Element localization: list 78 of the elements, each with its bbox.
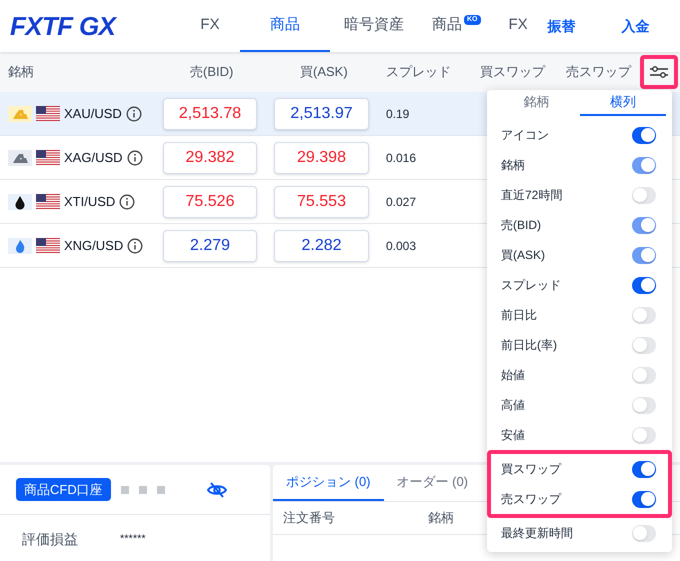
ingot-stack-icon [8, 150, 32, 166]
toggle-switch[interactable] [632, 306, 656, 324]
nav-tab[interactable]: FX [494, 0, 542, 52]
column-option-label: 買(ASK) [501, 247, 546, 264]
sliders-icon [649, 65, 669, 79]
panel-tab[interactable]: 横列 [580, 90, 666, 116]
toggle-switch[interactable] [632, 396, 656, 414]
toggle-switch[interactable] [632, 490, 656, 508]
column-option-label: 最終更新時間 [501, 525, 573, 542]
column-header: 銘柄 [428, 509, 454, 528]
bid-price-button[interactable]: 75.526 [163, 186, 257, 218]
panel-tab[interactable]: 銘柄 [493, 90, 580, 116]
column-option-label: 買スワップ [501, 461, 561, 478]
info-icon[interactable] [126, 150, 143, 166]
info-icon[interactable] [119, 194, 136, 210]
flame-icon [8, 238, 32, 254]
bid-price-button[interactable]: 29.382 [163, 142, 257, 174]
column-option-label: 安値 [501, 427, 525, 444]
column-option-label: 前日比 [501, 307, 537, 324]
nav-tab[interactable]: 暗号資産 [330, 0, 418, 52]
symbol-text: XAU/USD [64, 104, 122, 123]
us-flag-icon [36, 106, 60, 122]
logo[interactable]: FXTF GX [10, 13, 140, 39]
us-flag-icon [36, 238, 60, 254]
account-value: ****** [120, 532, 146, 547]
column-option-label: 始値 [501, 367, 525, 384]
column-header: 注文番号 [283, 509, 335, 528]
toggle-switch[interactable] [632, 276, 656, 294]
eye-off-icon[interactable] [206, 480, 227, 498]
spread-text: 0.027 [386, 194, 416, 210]
ask-price-button[interactable]: 2,513.97 [274, 98, 369, 130]
column-header: 銘柄 [8, 63, 34, 82]
toggle-switch[interactable] [632, 186, 656, 204]
account-button[interactable]: 商品CFD口座 [16, 478, 111, 501]
toggle-switch[interactable] [632, 366, 656, 384]
positions-tab[interactable]: ポジション (0) [273, 465, 384, 501]
spread-text: 0.016 [386, 150, 416, 166]
oil-drop-icon [8, 194, 32, 210]
toggle-switch[interactable] [632, 336, 656, 354]
column-header: 売(BID) [190, 63, 234, 82]
column-option-label: 直近72時間 [501, 187, 562, 204]
info-icon[interactable] [126, 106, 142, 122]
column-header: 売スワップ [566, 63, 631, 82]
masked-square-icon [138, 486, 147, 494]
column-header: スプレッド [386, 63, 451, 82]
symbol-text: XAG/USD [64, 148, 123, 167]
nav-link[interactable]: 振替 [548, 16, 576, 36]
ask-price-button[interactable]: 29.398 [274, 142, 369, 174]
toggle-switch[interactable] [632, 460, 656, 478]
column-option-label: 銘柄 [501, 157, 525, 174]
column-settings-button[interactable] [640, 55, 678, 89]
info-icon[interactable] [127, 238, 144, 254]
nav-link[interactable]: 入金 [622, 16, 650, 36]
spread-text: 0.19 [386, 106, 410, 122]
us-flag-icon [36, 194, 60, 210]
spread-text: 0.003 [386, 238, 416, 254]
symbol-text: XNG/USD [64, 236, 124, 255]
ask-price-button[interactable]: 2.282 [274, 230, 369, 262]
bid-price-button[interactable]: 2.279 [163, 230, 257, 262]
column-option-label: 前日比(率) [501, 337, 557, 354]
masked-square-icon [120, 486, 129, 494]
bid-price-button[interactable]: 2,513.78 [163, 98, 257, 130]
masked-square-icon [156, 486, 165, 494]
column-header: 買(ASK) [300, 63, 348, 82]
column-option-label: 高値 [501, 397, 525, 414]
column-header: 買スワップ [480, 63, 545, 82]
us-flag-icon [36, 150, 60, 166]
toggle-switch[interactable] [632, 126, 656, 144]
column-option-label: 売スワップ [501, 491, 561, 508]
toggle-switch[interactable] [632, 524, 656, 542]
ingot-stack-icon [8, 106, 32, 122]
positions-tab[interactable]: オーダー (0) [384, 465, 481, 501]
nav-tab[interactable]: FX [180, 0, 240, 52]
column-option-label: スプレッド [501, 277, 561, 294]
account-label: 評価損益 [22, 530, 79, 548]
toggle-switch[interactable] [632, 426, 656, 444]
symbol-text: XTI/USD [64, 192, 116, 211]
ask-price-button[interactable]: 75.553 [274, 186, 369, 218]
